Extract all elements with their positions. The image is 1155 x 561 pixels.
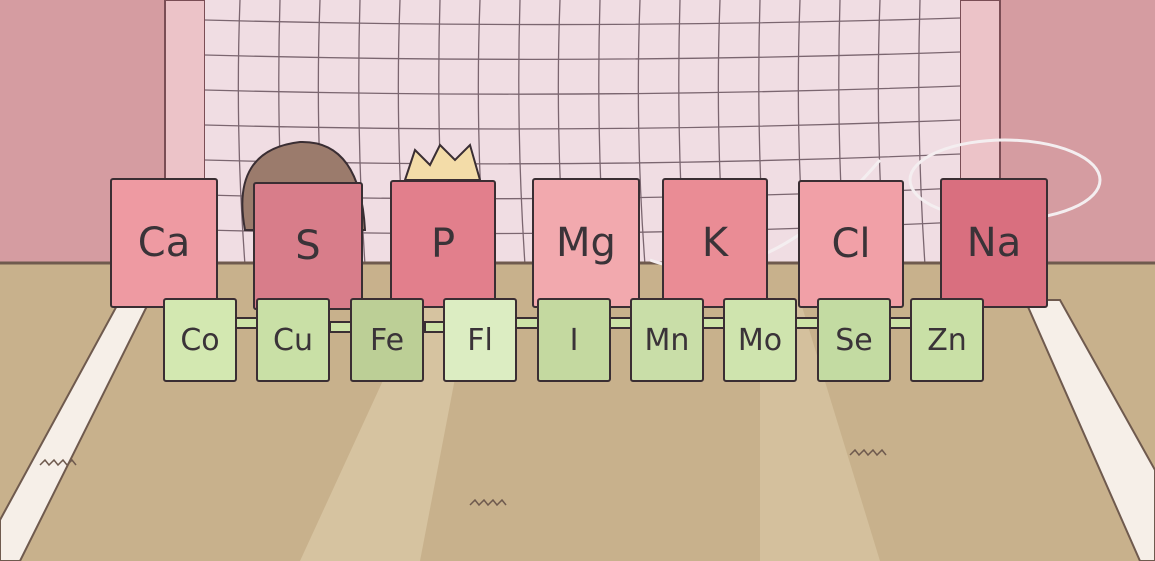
element-tile-cu: Cu [256, 298, 330, 382]
element-tile-i: I [537, 298, 611, 382]
element-tile-mo: Mo [723, 298, 797, 382]
element-tile-cl: Cl [798, 180, 904, 308]
element-tile-k: K [662, 178, 768, 308]
element-tile-co: Co [163, 298, 237, 382]
element-tile-se: Se [817, 298, 891, 382]
element-tile-fl: Fl [443, 298, 517, 382]
element-tile-mn: Mn [630, 298, 704, 382]
element-tile-ca: Ca [110, 178, 218, 308]
element-tile-mg: Mg [532, 178, 640, 308]
spark-decoration [403, 143, 482, 181]
element-tile-fe: Fe [350, 298, 424, 382]
cartoon-scene: Ca S P Mg K Cl Na Co Cu Fe Fl I Mn Mo Se… [0, 0, 1155, 561]
element-tile-na: Na [940, 178, 1048, 308]
element-tile-zn: Zn [910, 298, 984, 382]
element-tile-s: S [253, 182, 363, 310]
element-tile-p: P [390, 180, 496, 308]
